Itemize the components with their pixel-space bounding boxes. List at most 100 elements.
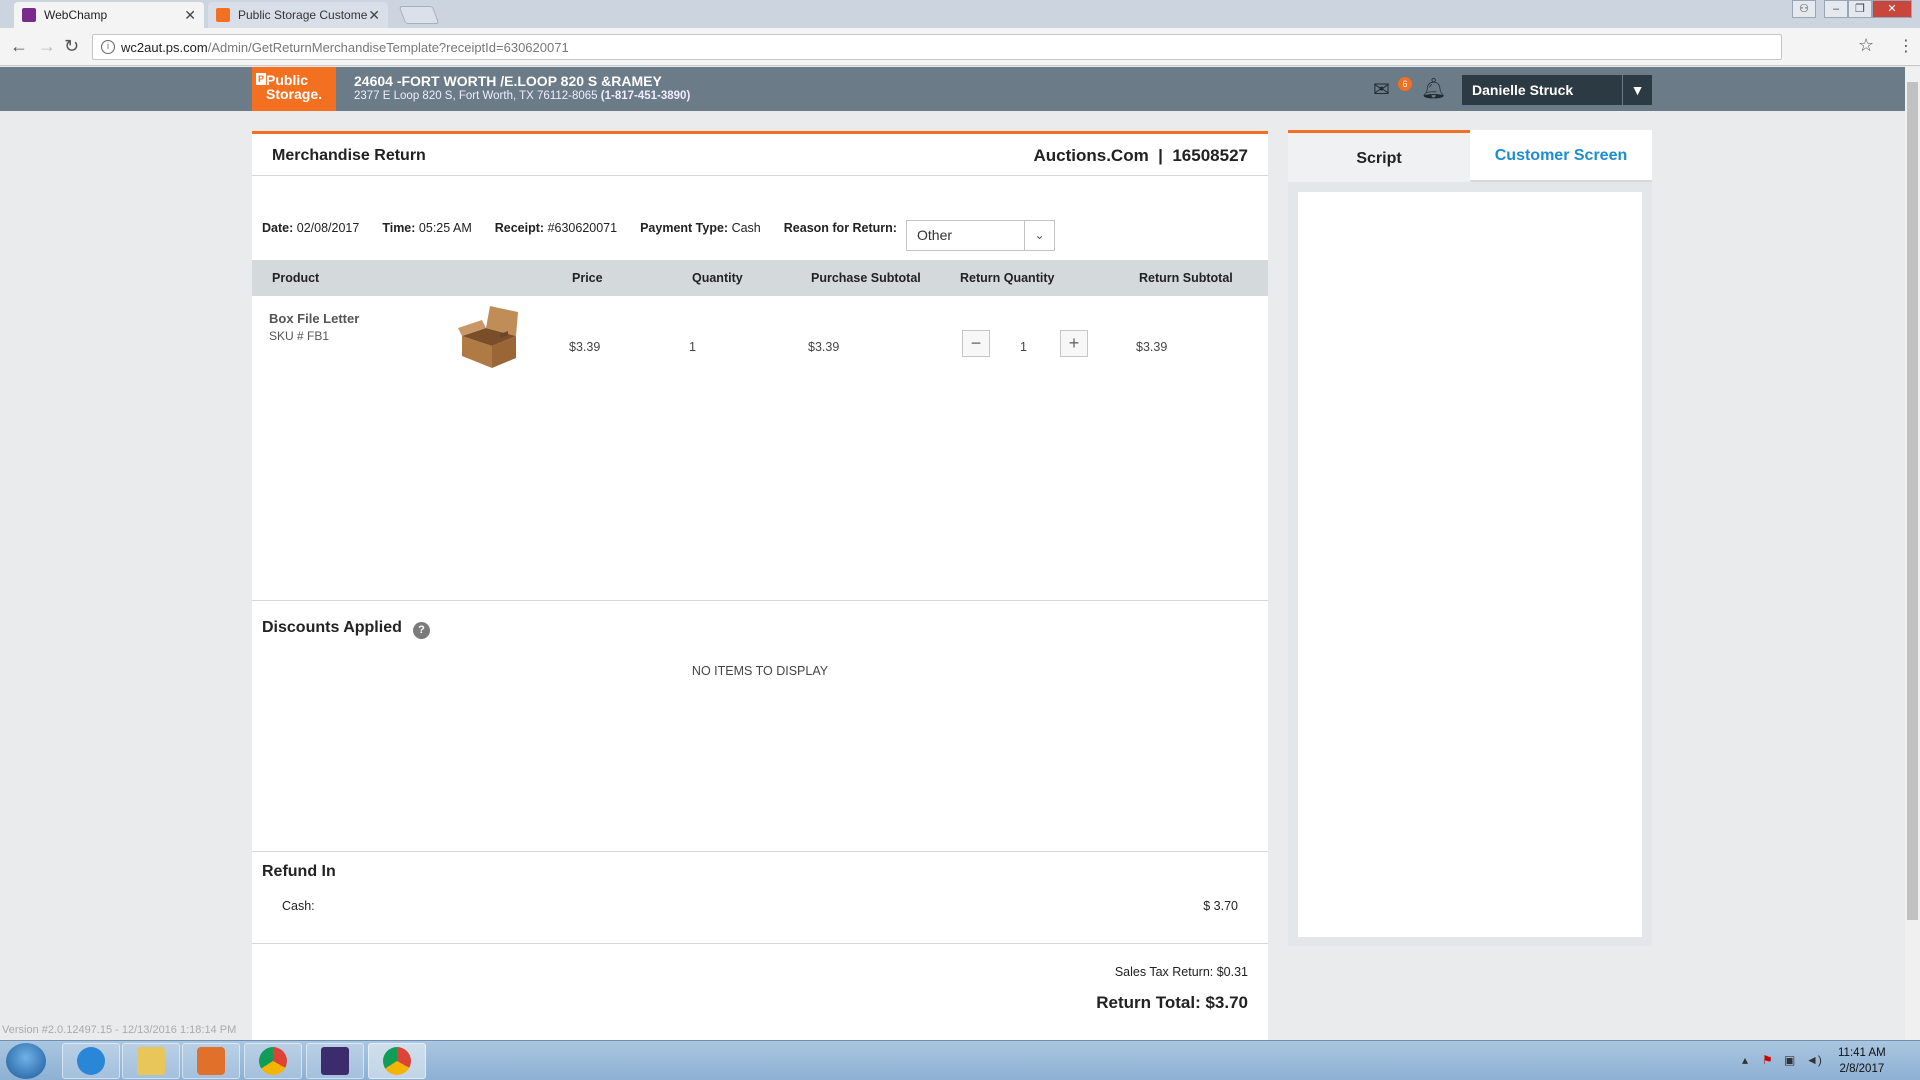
- tab-title: Public Storage Customer: [238, 8, 368, 22]
- table-row: Box File Letter SKU # FB1 $3.39 1 $3.39 …: [252, 296, 1268, 386]
- increase-quantity-button[interactable]: +: [1060, 330, 1088, 357]
- payment-label: Payment Type:: [640, 221, 729, 235]
- network-icon[interactable]: ▣: [1784, 1053, 1795, 1067]
- sales-tax-return: Sales Tax Return: $0.31: [1114, 965, 1248, 979]
- taskbar-media-player[interactable]: [182, 1043, 240, 1079]
- public-storage-favicon-icon: [216, 8, 230, 22]
- app-header: P Public Storage. 24604 -FORT WORTH /E.L…: [0, 67, 1905, 111]
- receipt-value: #630620071: [547, 221, 618, 235]
- facility-name: 24604 -FORT WORTH /E.LOOP 820 S &RAMEY: [354, 73, 662, 89]
- info-icon[interactable]: i: [101, 40, 115, 54]
- url-input[interactable]: i wc2aut.ps.com/Admin/GetReturnMerchandi…: [92, 34, 1782, 60]
- product-name: Box File Letter: [269, 311, 360, 326]
- chrome-icon: [383, 1047, 411, 1075]
- tab-title: WebChamp: [44, 8, 108, 22]
- close-icon[interactable]: ✕: [184, 7, 196, 24]
- tab-public-storage[interactable]: Public Storage Customer ✕: [208, 2, 388, 28]
- column-header-price: Price: [572, 271, 603, 285]
- logo-mark-icon: P: [256, 73, 266, 85]
- media-player-icon: [197, 1047, 225, 1075]
- close-icon[interactable]: ✕: [368, 7, 380, 24]
- reload-icon[interactable]: ↻: [64, 37, 79, 55]
- payment-value: Cash: [731, 221, 761, 235]
- taskbar-ie[interactable]: [62, 1043, 120, 1079]
- payment-field: Payment Type: Cash: [640, 221, 761, 235]
- quantity-cell: 1: [689, 340, 696, 354]
- discounts-title: Discounts Applied: [262, 619, 402, 636]
- restore-button[interactable]: ❐: [1848, 0, 1872, 18]
- date-label: Date:: [262, 221, 294, 235]
- help-icon[interactable]: ?: [413, 622, 430, 639]
- start-button[interactable]: [6, 1043, 46, 1079]
- windows-taskbar: ▴ ⚑ ▣ ◄) 11:41 AM 2/8/2017: [0, 1040, 1920, 1080]
- user-menu[interactable]: Danielle Struck ▼: [1462, 75, 1652, 105]
- reason-for-return-select[interactable]: Other ⌄: [906, 220, 1055, 251]
- column-header-purchase-subtotal: Purchase Subtotal: [811, 271, 921, 285]
- chrome-icon: [259, 1047, 287, 1075]
- webchamp-favicon-icon: [22, 8, 36, 22]
- logo-line-1: Public: [266, 72, 309, 88]
- receipt-label: Receipt:: [494, 221, 545, 235]
- refund-title: Refund In: [262, 863, 336, 880]
- bell-icon[interactable]: 🔔︎: [1421, 76, 1446, 101]
- tab-script[interactable]: Script: [1288, 130, 1470, 182]
- chevron-down-icon[interactable]: ▼: [1622, 75, 1652, 105]
- reason-selected-value: Other: [917, 227, 953, 243]
- divider: [252, 851, 1268, 852]
- facility-phone: (1-817-451-3890): [600, 90, 691, 102]
- box-product-image: [458, 306, 518, 368]
- account-info: Auctions.Com | 16508527: [1033, 146, 1248, 165]
- menu-icon[interactable]: ⋮: [1898, 36, 1914, 56]
- purchase-subtotal-cell: $3.39: [808, 340, 840, 354]
- tab-webchamp[interactable]: WebChamp ✕: [14, 2, 204, 28]
- column-header-quantity: Quantity: [692, 271, 743, 285]
- refund-method-label: Cash:: [282, 899, 315, 913]
- taskbar-explorer[interactable]: [122, 1043, 180, 1079]
- version-text: Version #2.0.12497.15 - 12/13/2016 1:18:…: [2, 1024, 237, 1036]
- action-center-icon[interactable]: ⚑: [1762, 1053, 1773, 1067]
- column-header-return-subtotal: Return Subtotal: [1139, 271, 1233, 285]
- tray-expand-icon[interactable]: ▴: [1742, 1053, 1748, 1067]
- divider: [252, 175, 1268, 176]
- public-storage-logo[interactable]: P Public Storage.: [252, 67, 336, 111]
- minimize-button[interactable]: –: [1824, 0, 1848, 18]
- product-sku: SKU # FB1: [269, 329, 330, 343]
- divider: [252, 600, 1268, 601]
- reason-label: Reason for Return:: [783, 221, 897, 235]
- folder-icon: [137, 1047, 165, 1075]
- column-header-return-quantity: Return Quantity: [960, 271, 1055, 285]
- new-tab-button[interactable]: [398, 6, 440, 24]
- mail-icon[interactable]: ✉: [1373, 77, 1390, 102]
- taskbar-eclipse[interactable]: [306, 1043, 364, 1079]
- profile-icon[interactable]: ⚇: [1792, 0, 1816, 18]
- java-ee-ide-icon: [321, 1047, 349, 1075]
- merchandise-return-panel: Merchandise Return Auctions.Com | 165085…: [252, 131, 1268, 1046]
- time-value: 05:25 AM: [418, 221, 472, 235]
- forward-arrow-icon[interactable]: →: [38, 37, 56, 55]
- taskbar-chrome-active[interactable]: [368, 1043, 426, 1079]
- return-total: Return Total: $3.70: [1096, 993, 1248, 1012]
- bookmark-star-icon[interactable]: ☆: [1858, 35, 1874, 56]
- back-arrow-icon[interactable]: ←: [10, 37, 28, 55]
- date-value: 02/08/2017: [296, 221, 360, 235]
- receipt-meta-row: Date: 02/08/2017 Time: 05:25 AM Receipt:…: [262, 221, 920, 235]
- close-window-button[interactable]: ✕: [1872, 0, 1912, 18]
- facility-info: 24604 -FORT WORTH /E.LOOP 820 S &RAMEY 2…: [354, 73, 690, 102]
- tab-customer-screen[interactable]: Customer Screen: [1470, 130, 1652, 182]
- system-clock[interactable]: 11:41 AM 2/8/2017: [1838, 1045, 1886, 1077]
- browser-tab-bar: WebChamp ✕ Public Storage Customer ✕ ⚇ –…: [0, 0, 1920, 28]
- column-header-product: Product: [272, 271, 320, 285]
- decrease-quantity-button[interactable]: −: [962, 330, 990, 357]
- panel-title: Merchandise Return: [272, 147, 426, 164]
- clock-time: 11:41 AM: [1838, 1047, 1886, 1059]
- divider: [252, 943, 1268, 944]
- taskbar-chrome[interactable]: [244, 1043, 302, 1079]
- address-bar: ← → ↻ i wc2aut.ps.com/Admin/GetReturnMer…: [0, 28, 1920, 66]
- volume-icon[interactable]: ◄): [1806, 1053, 1822, 1067]
- clock-date: 2/8/2017: [1839, 1063, 1885, 1075]
- receipt-field: Receipt: #630620071: [495, 221, 617, 235]
- refund-amount: $ 3.70: [1203, 899, 1238, 913]
- scrollbar-thumb[interactable]: [1907, 82, 1918, 920]
- price-cell: $3.39: [569, 340, 601, 354]
- url-host: wc2aut.ps.com: [121, 39, 208, 55]
